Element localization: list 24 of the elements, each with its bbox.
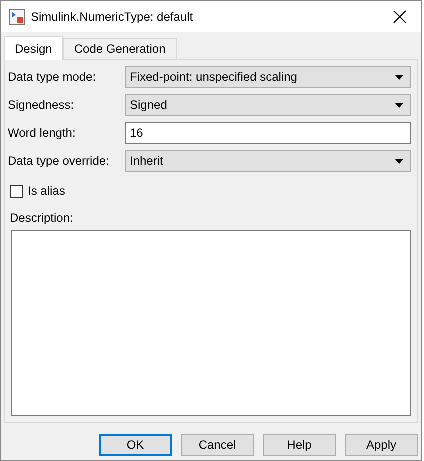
field-label: Data type override: xyxy=(8,154,110,168)
tab[interactable]: Design xyxy=(4,36,64,60)
dropdown[interactable]: Signed xyxy=(125,94,411,116)
caret-icon xyxy=(395,74,404,80)
checkbox[interactable] xyxy=(10,184,23,198)
checkbox-label: Is alias xyxy=(28,184,66,198)
dropdown[interactable]: Fixed-point: unspecified scaling xyxy=(125,66,411,88)
caret-icon xyxy=(395,102,404,108)
window-title: Simulink.NumericType: default xyxy=(31,10,194,24)
model-icon xyxy=(9,8,25,24)
field-label: Signedness: xyxy=(8,98,76,112)
dropdown[interactable]: Inherit xyxy=(125,150,411,172)
description-field[interactable] xyxy=(11,230,411,416)
dialog-button[interactable]: Help xyxy=(263,434,336,456)
close-icon xyxy=(393,10,407,24)
field-label: Data type mode: xyxy=(8,70,98,84)
field-label: Description: xyxy=(10,211,74,225)
input-field[interactable]: 16 xyxy=(125,122,411,144)
dialog-button[interactable]: OK xyxy=(99,434,172,456)
dialog-button[interactable]: Cancel xyxy=(181,434,254,456)
field-label: Word length: xyxy=(8,126,77,140)
caret-icon xyxy=(395,158,404,164)
tab[interactable]: Code Generation xyxy=(63,38,177,59)
dialog-button[interactable]: Apply xyxy=(345,434,418,456)
